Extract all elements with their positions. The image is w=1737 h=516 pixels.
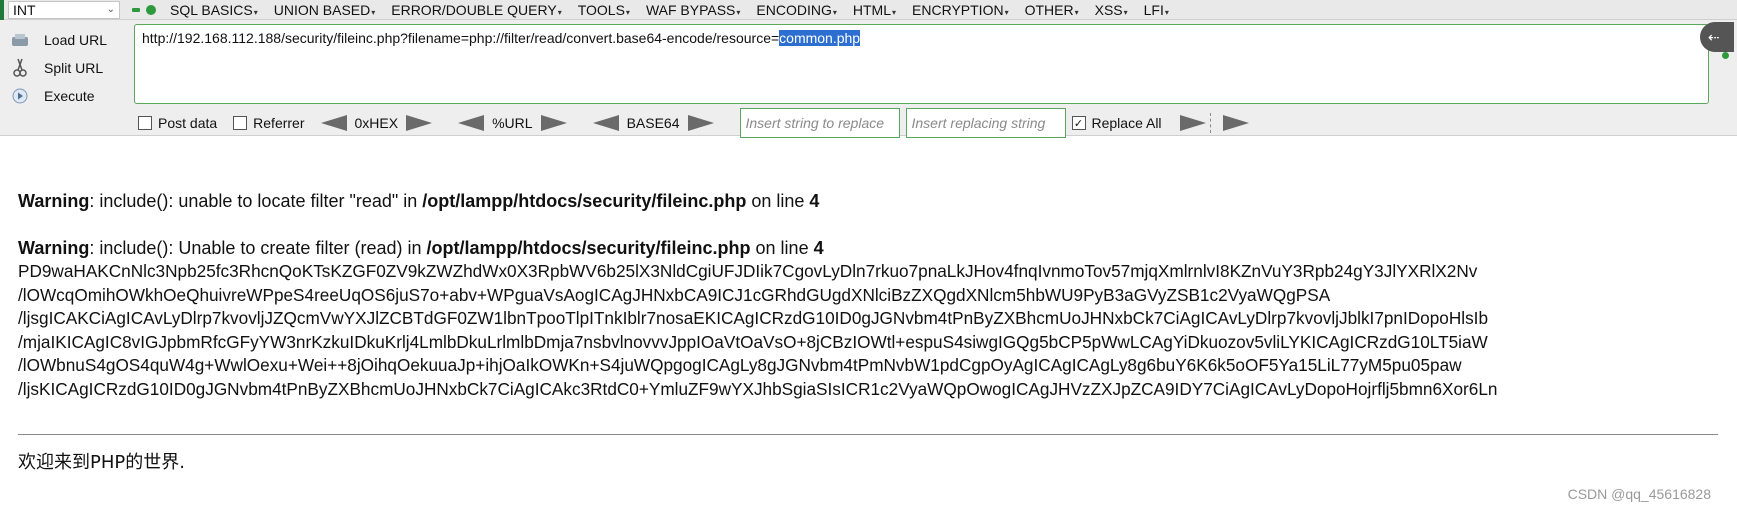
scissors-icon [10, 58, 30, 78]
chevron-down-icon: ⌄ [106, 4, 115, 15]
url-decode-arrow-icon[interactable] [458, 115, 485, 131]
hackbar-menubar: INT ⌄ SQL BASICS UNION BASED ERROR/DOUBL… [0, 0, 1737, 20]
base64-label: BASE64 [626, 115, 680, 131]
base64-output-line: /mjaIKICAgIC8vIGJpbmRfcGFyYW3nrKzkuIDkuK… [18, 331, 1488, 352]
menu-other[interactable]: OTHER [1025, 2, 1079, 18]
horizontal-rule [18, 434, 1718, 435]
play-icon [10, 86, 30, 106]
post-data-toggle[interactable]: Post data [138, 115, 217, 131]
warning-path: /opt/lampp/htdocs/security/fileinc.php [426, 238, 751, 258]
minus-icon[interactable] [132, 7, 140, 12]
url-enc-label: %URL [492, 115, 533, 131]
replace-all-checkbox[interactable]: ✓ [1071, 116, 1086, 130]
execute-button[interactable]: Execute [10, 82, 122, 110]
accent-edge [0, 0, 4, 20]
url-textarea[interactable]: http://192.168.112.188/security/fileinc.… [134, 24, 1709, 104]
menu-sql-basics[interactable]: SQL BASICS [170, 2, 258, 18]
menu-html[interactable]: HTML [853, 2, 896, 18]
base64-output-line: /ljsgICAKCiAgICAvLyDlrp7kvovljJZQcmVwYXJ… [18, 308, 1489, 328]
menu-tools[interactable]: TOOLS [578, 2, 630, 18]
warning-path: /opt/lampp/htdocs/security/fileinc.php [422, 191, 747, 211]
url-selection: common.php [779, 30, 861, 46]
hackbar-panel: Load URL Split URL Execute http://192.16… [0, 20, 1737, 138]
welcome-text: 欢迎来到PHP的世界. [18, 452, 185, 473]
warning-line-number: 4 [809, 191, 820, 211]
base64-output-line: /lOWcqOmihOWkhOeQhuivreWPpeS4reeUqOS6juS… [18, 284, 1331, 305]
replace-all-toggle[interactable]: ✓ Replace All [1071, 115, 1162, 131]
warning-text: : include(): unable to locate filter "re… [89, 191, 423, 211]
referrer-label: Referrer [253, 115, 305, 131]
hex-label: 0xHEX [354, 115, 399, 131]
warning-text: : include(): Unable to create filter (re… [89, 238, 427, 258]
replace-all-label: Replace All [1091, 115, 1162, 131]
menu-union-based[interactable]: UNION BASED [274, 2, 375, 18]
hex-encoder: 0xHEX [320, 115, 433, 131]
replace-string-input[interactable]: Insert string to replace [739, 108, 900, 138]
split-url-button[interactable]: Split URL [10, 54, 122, 82]
warning-line-text: on line [746, 191, 810, 211]
action-list: Load URL Split URL Execute [10, 26, 122, 110]
base64-output-line: /ljsKICAgICRzdG10ID0gJGNvbm4tPnByZXBhcmU… [18, 378, 1498, 399]
menu-encoding[interactable]: ENCODING [756, 2, 836, 18]
menu-list: SQL BASICS UNION BASED ERROR/DOUBLE QUER… [170, 2, 1169, 18]
referrer-checkbox[interactable] [233, 116, 248, 130]
url-text: http://192.168.112.188/security/fileinc.… [142, 30, 780, 46]
warning-line-1: Warning: include(): unable to locate fil… [18, 190, 1737, 213]
warning-line-2: Warning: include(): Unable to create fil… [18, 237, 1737, 260]
watermark: CSDN @qq_45616828 [1567, 486, 1711, 502]
page-output: Warning: include(): unable to locate fil… [18, 190, 1737, 401]
type-select-value: INT [13, 1, 36, 18]
base64-decode-arrow-icon[interactable] [592, 115, 619, 131]
base64-output-line: PD9waHAKCnNlc3Npb25fc3RhcnQoKTsKZGF0ZV9k… [18, 261, 1478, 281]
menu-error-double-query[interactable]: ERROR/DOUBLE QUERY [391, 2, 561, 18]
load-url-icon [10, 30, 30, 50]
hex-encode-arrow-icon[interactable] [406, 115, 433, 131]
replace-undo-arrow-icon[interactable] [1222, 115, 1249, 131]
split-url-label: Split URL [44, 60, 104, 76]
type-select[interactable]: INT ⌄ [8, 0, 120, 19]
hackbar-toolbar: Post data Referrer 0xHEX %URL BASE64 Ins… [138, 108, 1249, 138]
url-encode-arrow-icon[interactable] [540, 115, 567, 131]
menu-xss[interactable]: XSS [1095, 2, 1128, 18]
post-data-checkbox[interactable] [138, 116, 152, 130]
referrer-toggle[interactable]: Referrer [233, 115, 305, 131]
base64-output-line: /lOWbnuS4gOS4quW4g+WwlOexu+Wei++8jOihqOe… [18, 355, 1462, 375]
replace-apply-arrow-icon[interactable] [1179, 115, 1206, 131]
menu-encryption[interactable]: ENCRYPTION [912, 2, 1009, 18]
collapse-toggle[interactable]: ⇠ [1700, 22, 1734, 52]
size-controls [132, 4, 156, 15]
status-dot [1722, 52, 1729, 59]
plus-icon[interactable] [146, 4, 156, 15]
load-url-button[interactable]: Load URL [10, 26, 122, 54]
toolbar-separator [1209, 113, 1211, 133]
load-url-label: Load URL [44, 32, 108, 48]
warning-label: Warning [18, 191, 90, 211]
base64-encode-arrow-icon[interactable] [687, 115, 714, 131]
url-encoder: %URL [458, 115, 567, 131]
base64-encoder: BASE64 [592, 115, 714, 131]
warning-line-number: 4 [813, 238, 824, 258]
post-data-label: Post data [158, 115, 218, 131]
replacing-string-input[interactable]: Insert replacing string [905, 108, 1066, 138]
warning-label: Warning [18, 238, 90, 258]
execute-label: Execute [44, 88, 95, 104]
hex-decode-arrow-icon[interactable] [320, 115, 347, 131]
menu-lfi[interactable]: LFI [1144, 2, 1169, 18]
warning-line-text: on line [750, 238, 814, 258]
menu-waf-bypass[interactable]: WAF BYPASS [646, 2, 740, 18]
arrow-left-icon: ⇠ [1708, 28, 1720, 45]
